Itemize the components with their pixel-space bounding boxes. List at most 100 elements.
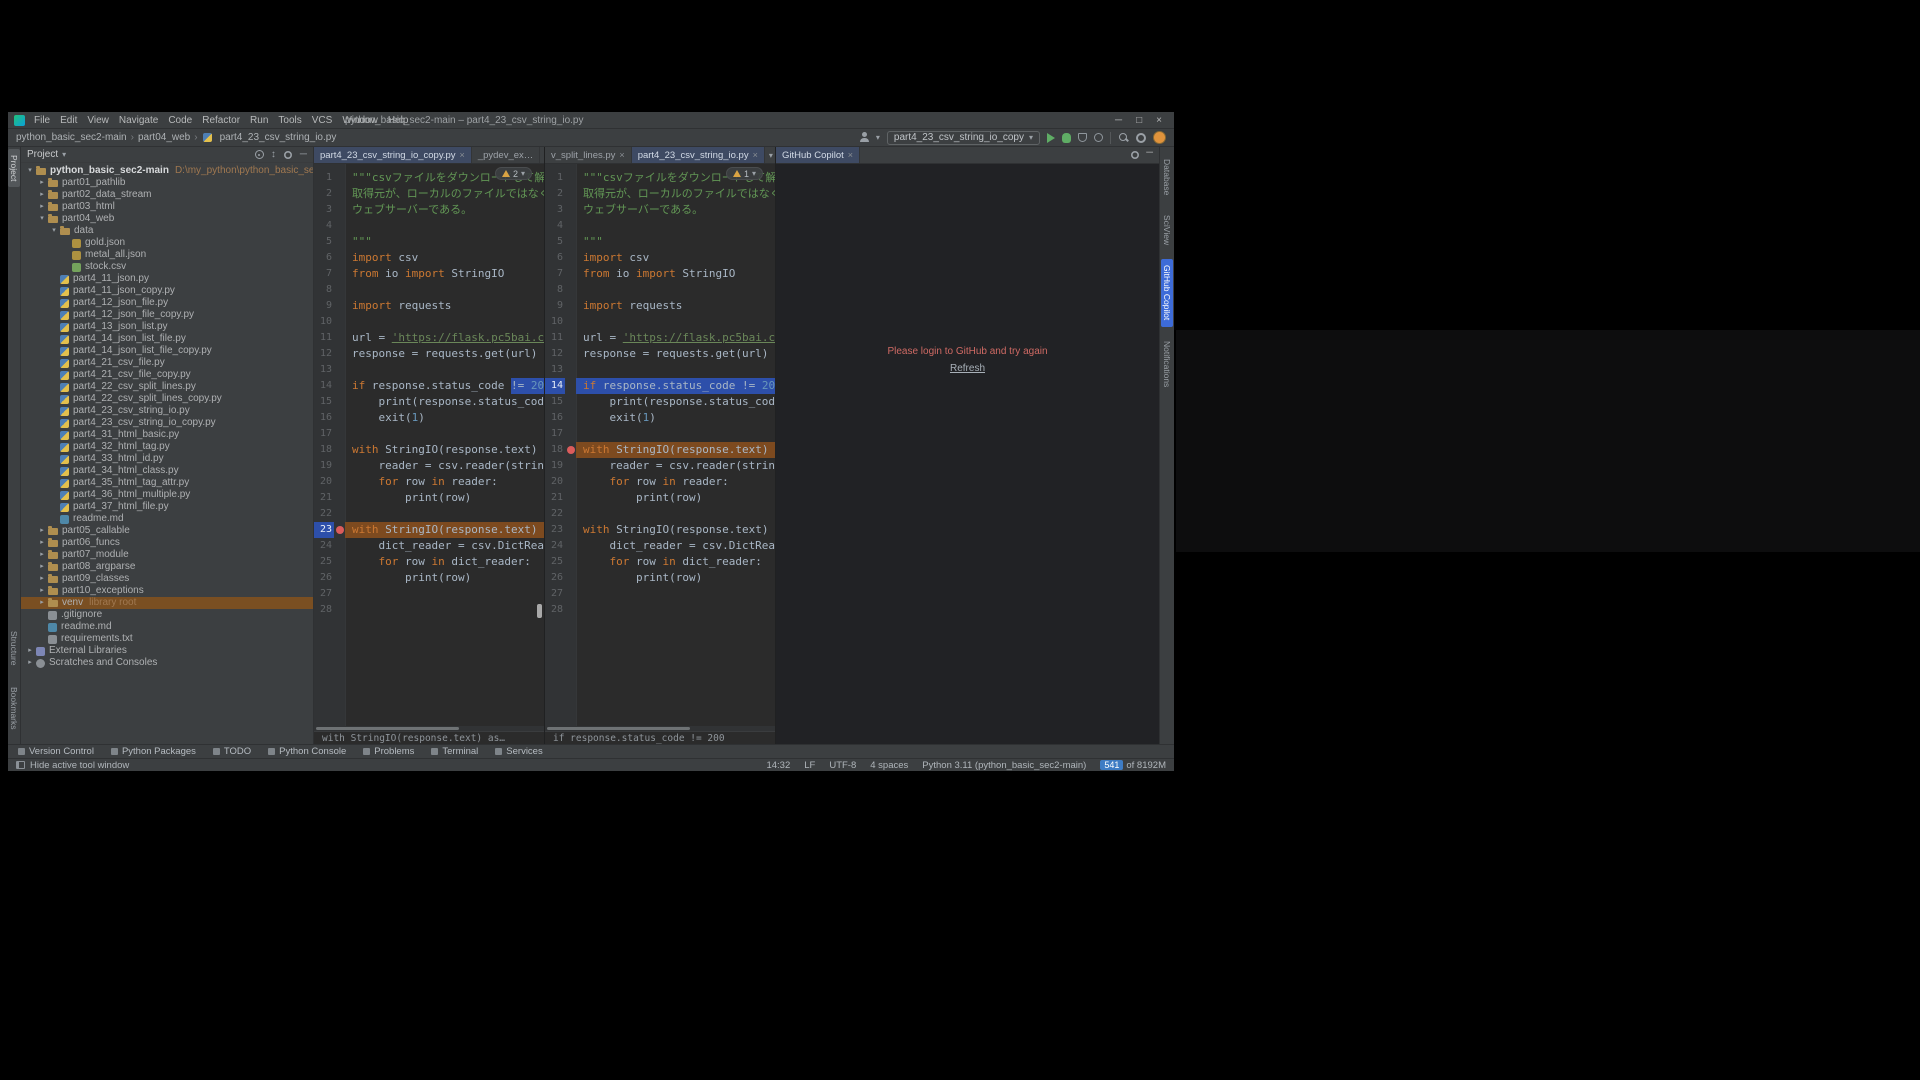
menu-view[interactable]: View (82, 115, 114, 126)
tree-item-part05-callable[interactable]: ▸part05_callable (21, 525, 313, 537)
maximize-icon[interactable]: □ (1136, 115, 1142, 126)
code-line[interactable]: 21 print(row) (314, 490, 544, 506)
tab-github-copilot[interactable]: GitHub Copilot × (776, 147, 860, 163)
code-line[interactable]: 16 exit(1) (545, 410, 775, 426)
tree-item-python-basic-sec2-main[interactable]: ▾python_basic_sec2-mainD:\my_python\pyth… (21, 165, 313, 177)
tree-item-part4-37-html-file-py[interactable]: part4_37_html_file.py (21, 501, 313, 513)
tool-strip-item-notifications[interactable]: Notifications (1161, 335, 1173, 393)
coverage-icon[interactable] (1078, 133, 1087, 142)
code-line[interactable]: 19 reader = csv.reader(string_io) (314, 458, 544, 474)
breakpoint-icon[interactable] (336, 526, 344, 534)
tree-chevron-icon[interactable]: ▾ (49, 225, 59, 237)
code-line[interactable]: 2取得元が、ローカルのファイルではなく、 (314, 186, 544, 202)
tree-item-part4-21-csv-file-copy-py[interactable]: part4_21_csv_file_copy.py (21, 369, 313, 381)
tree-item-part4-35-html-tag-attr-py[interactable]: part4_35_html_tag_attr.py (21, 477, 313, 489)
tree-item-stock-csv[interactable]: stock.csv (21, 261, 313, 273)
code-line[interactable]: 23with StringIO(response.text) as string… (545, 522, 775, 538)
code-line[interactable]: 7from io import StringIO (314, 266, 544, 282)
run-config-select[interactable]: part4_23_csv_string_io_copy ▾ (887, 131, 1040, 145)
code-line[interactable]: 15 print(response.status_code) (314, 394, 544, 410)
menu-run[interactable]: Run (245, 115, 273, 126)
toolwindow-button-version-control[interactable]: Version Control (18, 746, 94, 757)
toolwindow-button-python-console[interactable]: Python Console (268, 746, 346, 757)
tree-chevron-icon[interactable]: ▸ (25, 645, 35, 657)
profiler-icon[interactable] (1094, 133, 1103, 142)
code-line[interactable]: 27 (314, 586, 544, 602)
tree-item-metal-all-json[interactable]: metal_all.json (21, 249, 313, 261)
breadcrumb-item[interactable]: part04_web (138, 132, 190, 143)
code-line[interactable]: 13 (545, 362, 775, 378)
status-item-utf-8[interactable]: UTF-8 (829, 760, 856, 771)
code-line[interactable]: 23with StringIO(response.text) as string… (314, 522, 544, 538)
run-icon[interactable] (1047, 133, 1055, 143)
menu-refactor[interactable]: Refactor (197, 115, 245, 126)
settings-gear-icon[interactable] (1136, 133, 1146, 143)
inspections-widget[interactable]: 2 ▾ (495, 167, 532, 180)
tree-item-part4-33-html-id-py[interactable]: part4_33_html_id.py (21, 453, 313, 465)
code-line[interactable]: 5""" (314, 234, 544, 250)
tree-item-part4-22-csv-split-lines-py[interactable]: part4_22_csv_split_lines.py (21, 381, 313, 393)
code-line[interactable]: 20 for row in reader: (545, 474, 775, 490)
tree-item-part4-22-csv-split-lines-copy-py[interactable]: part4_22_csv_split_lines_copy.py (21, 393, 313, 405)
tree-chevron-icon[interactable]: ▸ (37, 201, 47, 213)
code-line[interactable]: 25 for row in dict_reader: (545, 554, 775, 570)
status-item-4-spaces[interactable]: 4 spaces (870, 760, 908, 771)
code-area[interactable]: 2 ▾ 1"""csvファイルをダウンロードして解析する。2取得元が、ローカルの… (314, 164, 544, 726)
tree-item-part01-pathlib[interactable]: ▸part01_pathlib (21, 177, 313, 189)
status-item-lf[interactable]: LF (804, 760, 815, 771)
tool-strip-item-database[interactable]: Database (1161, 153, 1173, 201)
code-line[interactable]: 7from io import StringIO (545, 266, 775, 282)
code-line[interactable]: 19 reader = csv.reader(string_io) (545, 458, 775, 474)
tree-item-part07-module[interactable]: ▸part07_module (21, 549, 313, 561)
code-line[interactable]: 11url = 'https://flask.pc5bai.com/' (314, 330, 544, 346)
tool-strip-item-project[interactable]: Project (8, 149, 20, 187)
status-item-14-32[interactable]: 14:32 (766, 760, 790, 771)
code-line[interactable]: 24 dict_reader = csv.DictReader(string_i… (314, 538, 544, 554)
scrollbar-thumb[interactable] (537, 604, 542, 618)
tree-item-external-libraries[interactable]: ▸External Libraries (21, 645, 313, 657)
tree-item-part4-11-json-py[interactable]: part4_11_json.py (21, 273, 313, 285)
tree-chevron-icon[interactable]: ▾ (37, 213, 47, 225)
toolwindow-button-services[interactable]: Services (495, 746, 542, 757)
code-line[interactable]: 10 (545, 314, 775, 330)
tree-item-part4-11-json-copy-py[interactable]: part4_11_json_copy.py (21, 285, 313, 297)
code-line[interactable]: 21 print(row) (545, 490, 775, 506)
menu-vcs[interactable]: VCS (307, 115, 338, 126)
tree-item-part08-argparse[interactable]: ▸part08_argparse (21, 561, 313, 573)
code-line[interactable]: 25 for row in dict_reader: (314, 554, 544, 570)
code-line[interactable]: 11url = 'https://flask.pc5bai.com/' (545, 330, 775, 346)
code-line[interactable]: 8 (545, 282, 775, 298)
tree-item-part4-23-csv-string-io-copy-py[interactable]: part4_23_csv_string_io_copy.py (21, 417, 313, 429)
code-line[interactable]: 12response = requests.get(url) (314, 346, 544, 362)
tree-item-part04-web[interactable]: ▾part04_web (21, 213, 313, 225)
settings-gear-icon[interactable] (1131, 151, 1139, 159)
code-line[interactable]: 5""" (545, 234, 775, 250)
chevron-down-icon[interactable]: ▾ (876, 133, 880, 142)
tree-chevron-icon[interactable]: ▸ (37, 573, 47, 585)
tree-item-part09-classes[interactable]: ▸part09_classes (21, 573, 313, 585)
code-line[interactable]: 13 (314, 362, 544, 378)
code-line[interactable]: 9import requests (314, 298, 544, 314)
code-line[interactable]: 2取得元が、ローカルのファイルではなく、 (545, 186, 775, 202)
tree-item-part4-12-json-file-py[interactable]: part4_12_json_file.py (21, 297, 313, 309)
code-line[interactable]: 15 print(response.status_code) (545, 394, 775, 410)
code-line[interactable]: 3ウェブサーバーである。 (545, 202, 775, 218)
tree-item-part02-data-stream[interactable]: ▸part02_data_stream (21, 189, 313, 201)
tree-item-part4-14-json-list-file-py[interactable]: part4_14_json_list_file.py (21, 333, 313, 345)
tree-item-part4-36-html-multiple-py[interactable]: part4_36_html_multiple.py (21, 489, 313, 501)
copilot-refresh-link[interactable]: Refresh (776, 363, 1159, 374)
h-scrollbar-thumb[interactable] (316, 727, 459, 730)
menu-navigate[interactable]: Navigate (114, 115, 163, 126)
code-line[interactable]: 8 (314, 282, 544, 298)
inspections-widget[interactable]: 1 ▾ (726, 167, 763, 180)
tree-chevron-icon[interactable]: ▸ (37, 189, 47, 201)
debug-icon[interactable] (1062, 133, 1071, 143)
code-line[interactable]: 27 (545, 586, 775, 602)
minimize-icon[interactable]: ─ (1115, 115, 1122, 126)
code-line[interactable]: 12response = requests.get(url) (545, 346, 775, 362)
code-line[interactable]: 26 print(row) (545, 570, 775, 586)
menu-code[interactable]: Code (163, 115, 197, 126)
breadcrumb-item[interactable]: python_basic_sec2-main (16, 132, 127, 143)
tree-item-readme-md[interactable]: readme.md (21, 513, 313, 525)
code-line[interactable]: 9import requests (545, 298, 775, 314)
